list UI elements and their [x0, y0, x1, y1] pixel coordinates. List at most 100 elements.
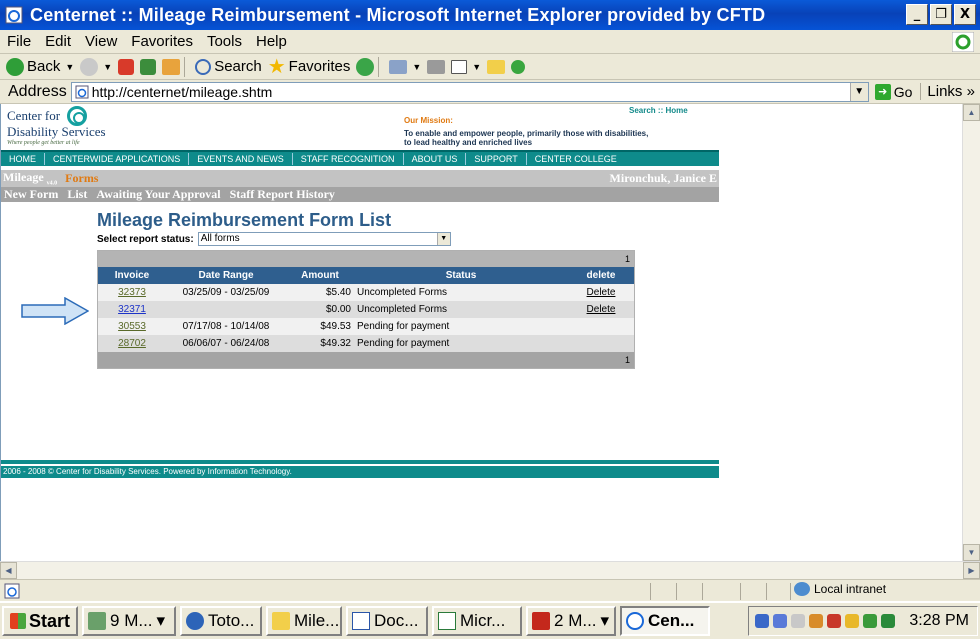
scroll-down-icon[interactable]: ▼: [963, 544, 980, 561]
forward-button[interactable]: ▼: [80, 57, 112, 76]
messenger-icon[interactable]: [845, 614, 860, 628]
refresh-button[interactable]: [140, 58, 157, 75]
task-outlook-messages[interactable]: 9 M... ▾: [82, 606, 177, 636]
search-label: Search: [214, 58, 262, 75]
task-label: 2 M...: [554, 611, 597, 630]
go-button[interactable]: ➜ Go: [874, 83, 912, 100]
edit-button[interactable]: ▼: [451, 59, 481, 74]
nav-support[interactable]: SUPPORT: [466, 153, 527, 165]
task-centernet[interactable]: Cen...: [620, 606, 711, 636]
task-mileage-folder[interactable]: Mile...: [266, 606, 343, 636]
vertical-scrollbar[interactable]: ▲ ▼: [962, 104, 980, 561]
address-input[interactable]: http://centernet/mileage.shtm ▼: [70, 81, 869, 102]
mail-button[interactable]: ▼: [389, 59, 421, 74]
history-button[interactable]: [356, 57, 375, 76]
subnav-awaiting-approval[interactable]: Awaiting Your Approval: [96, 187, 220, 202]
back-dropdown-icon[interactable]: ▼: [65, 62, 74, 72]
favorites-label: Favorites: [288, 58, 351, 75]
menu-help[interactable]: Help: [249, 33, 294, 50]
system-tray: 3:28 PM: [748, 606, 978, 636]
clock[interactable]: 3:28 PM: [909, 612, 969, 630]
delete-link[interactable]: Delete: [568, 301, 634, 318]
ie-throbber-icon: [952, 32, 974, 52]
minimize-button[interactable]: _: [906, 4, 928, 25]
col-invoice[interactable]: Invoice: [98, 267, 166, 284]
display-icon[interactable]: [827, 614, 842, 628]
links-label: Links: [927, 83, 963, 100]
address-dropdown-icon[interactable]: ▼: [849, 82, 868, 101]
menu-view[interactable]: View: [78, 33, 124, 50]
network-icon[interactable]: [755, 614, 770, 628]
lan-icon[interactable]: [863, 614, 878, 628]
subnav-list[interactable]: List: [67, 187, 87, 202]
antivirus-icon[interactable]: [773, 614, 788, 628]
scroll-left-icon[interactable]: ◀: [0, 562, 17, 579]
links-toolbar[interactable]: Links »: [920, 83, 975, 100]
invoice-link[interactable]: 32373: [98, 284, 166, 301]
star-icon: ★: [267, 55, 286, 78]
invoice-link[interactable]: 28702: [98, 335, 166, 352]
menu-file[interactable]: File: [0, 33, 38, 50]
task-excel[interactable]: Micr...: [432, 606, 523, 636]
nav-center-college[interactable]: CENTER COLLEGE: [527, 153, 625, 165]
col-amount[interactable]: Amount: [286, 267, 354, 284]
nav-staff-recognition[interactable]: STAFF RECOGNITION: [293, 153, 404, 165]
subnav-staff-report-history[interactable]: Staff Report History: [230, 187, 335, 202]
menu-edit[interactable]: Edit: [38, 33, 78, 50]
app-subnav: New Form List Awaiting Your Approval Sta…: [1, 187, 719, 202]
ie-page-icon: [5, 6, 23, 24]
forward-dropdown-icon[interactable]: ▼: [103, 62, 112, 72]
intranet-globe-icon: [794, 582, 810, 596]
volume-icon[interactable]: [809, 614, 824, 628]
messenger-button[interactable]: [511, 59, 526, 74]
mission-text-line2: to lead healthy and enriched lives: [404, 138, 533, 147]
stop-button[interactable]: [118, 58, 135, 75]
delete-link[interactable]: Delete: [568, 284, 634, 301]
restore-button[interactable]: ❐: [930, 4, 952, 25]
task-toto[interactable]: Toto...: [180, 606, 263, 636]
vpn-icon[interactable]: [881, 614, 896, 628]
messenger-icon: [511, 59, 526, 74]
security-zone[interactable]: Local intranet: [794, 582, 886, 596]
menu-tools[interactable]: Tools: [200, 33, 249, 50]
horizontal-scrollbar[interactable]: ◀ ▶: [0, 561, 980, 579]
task-acrobat[interactable]: 2 M... ▾: [526, 606, 617, 636]
zone-label: Local intranet: [814, 582, 887, 596]
nav-centerwide-applications[interactable]: CENTERWIDE APPLICATIONS: [45, 153, 190, 165]
print-button[interactable]: [427, 59, 446, 74]
edit-dropdown-icon[interactable]: ▼: [472, 62, 481, 72]
status-select[interactable]: All forms ▼: [197, 232, 451, 246]
folder-icon: [487, 59, 506, 74]
window-title-bar[interactable]: Centernet :: Mileage Reimbursement - Mic…: [0, 0, 980, 30]
mail-dropdown-icon[interactable]: ▼: [412, 62, 421, 72]
ie-page-icon: [4, 583, 20, 598]
browser-viewport[interactable]: Center for Disability Services Where peo…: [0, 104, 962, 561]
home-button[interactable]: [162, 58, 181, 75]
home-icon: [162, 58, 181, 75]
menu-favorites[interactable]: Favorites: [124, 33, 200, 50]
col-status[interactable]: Status: [354, 267, 568, 284]
folder-button[interactable]: [487, 59, 506, 74]
col-date-range[interactable]: Date Range: [166, 267, 286, 284]
connection-icon[interactable]: [791, 614, 806, 628]
scroll-right-icon[interactable]: ▶: [963, 562, 980, 579]
start-button[interactable]: Start: [2, 606, 79, 636]
back-button[interactable]: Back ▼: [6, 57, 74, 76]
task-document[interactable]: Doc...: [346, 606, 429, 636]
pager-page-number[interactable]: 1: [625, 254, 630, 264]
nav-home[interactable]: HOME: [1, 153, 45, 165]
nav-about-us[interactable]: ABOUT US: [404, 153, 467, 165]
user-name: Mironchuk, Janice E: [609, 171, 717, 185]
search-button[interactable]: Search: [195, 58, 262, 75]
subnav-new-form[interactable]: New Form: [4, 187, 58, 202]
chevron-down-icon[interactable]: ▼: [436, 233, 450, 245]
invoice-link[interactable]: 32371: [98, 301, 166, 318]
favorites-button[interactable]: ★ Favorites: [267, 55, 351, 78]
nav-events-and-news[interactable]: EVENTS AND NEWS: [189, 153, 293, 165]
invoice-link[interactable]: 30553: [98, 318, 166, 335]
top-links[interactable]: Search :: Home: [629, 106, 688, 115]
site-logo[interactable]: Center for Disability Services Where peo…: [7, 106, 147, 152]
close-button[interactable]: X: [954, 4, 976, 25]
scroll-up-icon[interactable]: ▲: [963, 104, 980, 121]
pager-page-number[interactable]: 1: [625, 355, 630, 365]
